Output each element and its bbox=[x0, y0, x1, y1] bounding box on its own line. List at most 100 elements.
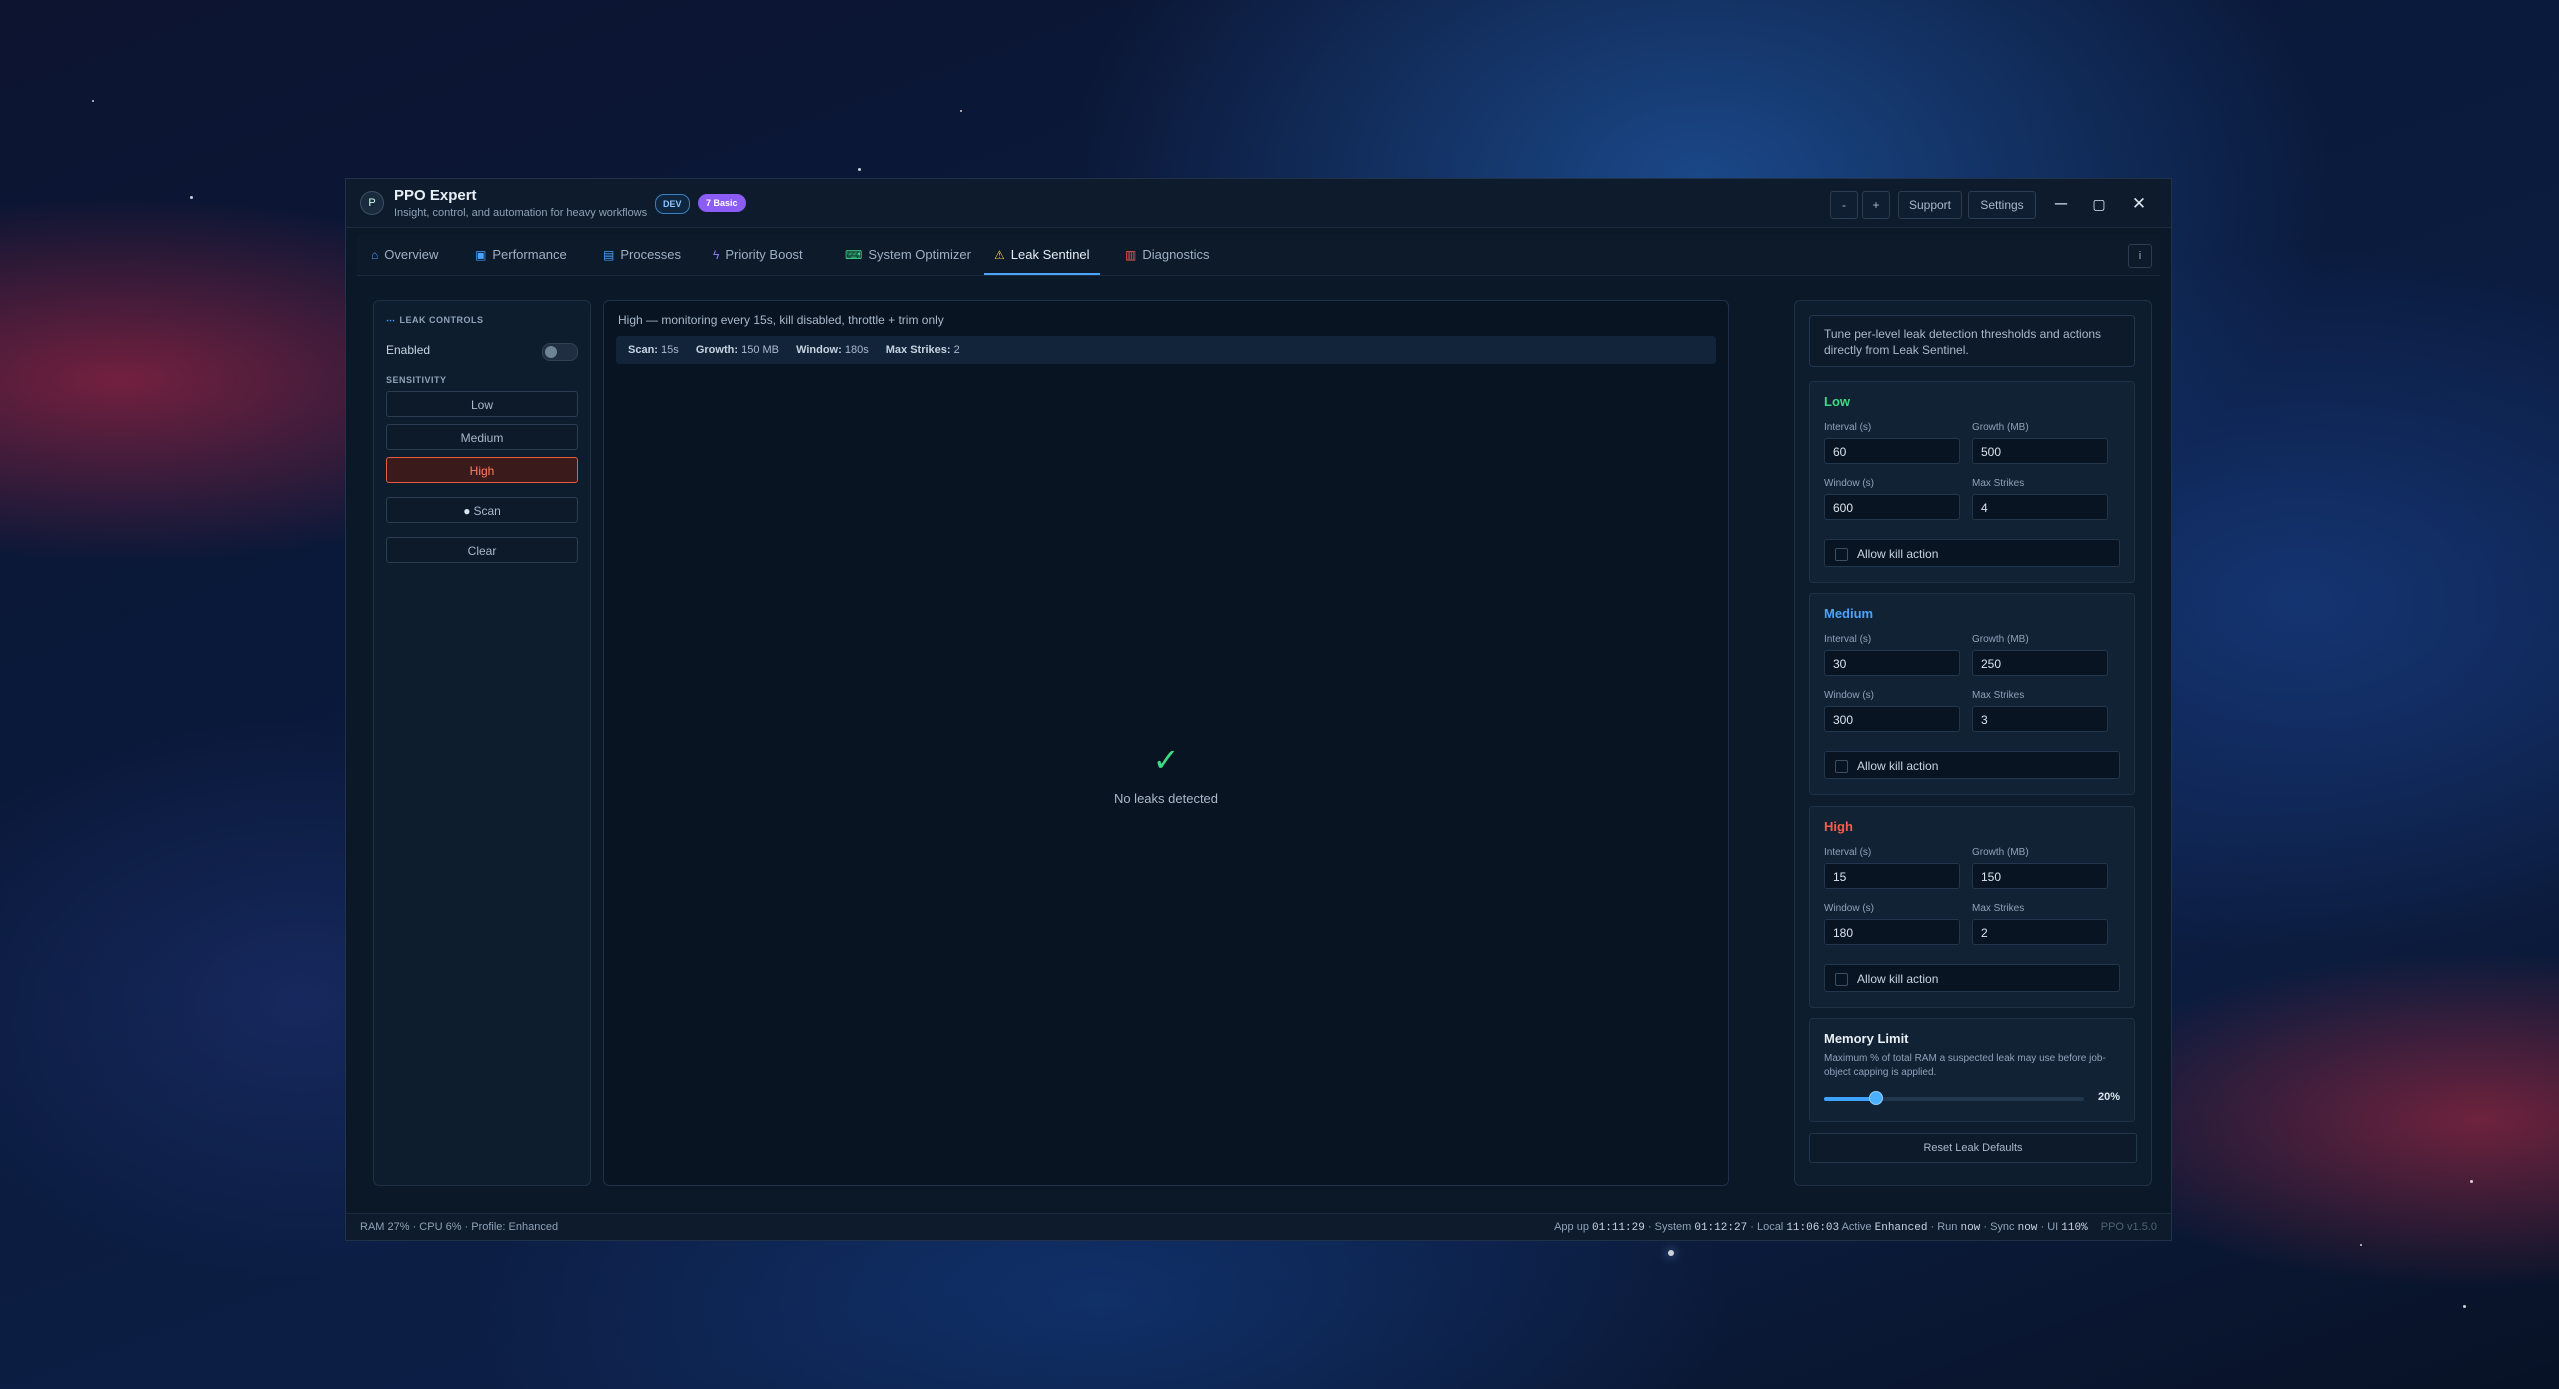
allow-kill-label: Allow kill action bbox=[1857, 759, 1939, 773]
enabled-toggle[interactable] bbox=[542, 343, 578, 361]
allow-kill-checkbox[interactable]: Allow kill action bbox=[1824, 964, 2120, 992]
memory-limit-slider[interactable] bbox=[1824, 1091, 2084, 1105]
active-label: Active bbox=[1841, 1221, 1872, 1233]
app-window: P PPO Expert Insight, control, and autom… bbox=[345, 178, 2172, 1241]
system-uptime-value: 01:12:27 bbox=[1694, 1222, 1748, 1234]
growth-input[interactable]: 500 bbox=[1972, 438, 2108, 464]
tab-diagnostics[interactable]: ▥ Diagnostics bbox=[1115, 235, 1220, 275]
allow-kill-label: Allow kill action bbox=[1857, 972, 1939, 986]
home-icon: ⌂ bbox=[371, 248, 379, 262]
strikes-input[interactable]: 3 bbox=[1972, 706, 2108, 732]
app-up-value: 01:11:29 bbox=[1592, 1222, 1645, 1234]
growth-label: Growth (MB) bbox=[1972, 634, 2029, 645]
chart-icon: ▣ bbox=[475, 248, 487, 262]
title-bar: P PPO Expert Insight, control, and autom… bbox=[346, 179, 2171, 228]
memory-limit-card: Memory Limit Maximum % of total RAM a su… bbox=[1809, 1018, 2135, 1122]
interval-input[interactable]: 15 bbox=[1824, 863, 1960, 889]
window-stat-label: Window: bbox=[796, 344, 842, 356]
ui-label: · UI bbox=[2040, 1221, 2059, 1233]
interval-input[interactable]: 30 bbox=[1824, 650, 1960, 676]
session-info: App up 01:11:29 · System 01:12:27 · Loca… bbox=[1554, 1214, 2157, 1241]
active-profile-value: Enhanced bbox=[1874, 1222, 1928, 1234]
scan-button[interactable]: ● Scan bbox=[386, 497, 578, 523]
level-title: Low bbox=[1824, 394, 1850, 409]
scan-icon: ● bbox=[463, 504, 471, 518]
interval-input[interactable]: 60 bbox=[1824, 438, 1960, 464]
support-button[interactable]: Support bbox=[1898, 191, 1962, 219]
app-logo-icon: P bbox=[360, 191, 384, 215]
tab-processes[interactable]: ▤ Processes bbox=[593, 235, 691, 275]
checkbox-box[interactable] bbox=[1835, 760, 1848, 773]
checkbox-box[interactable] bbox=[1835, 548, 1848, 561]
settings-button[interactable]: Settings bbox=[1968, 191, 2036, 219]
gamepad-icon: ⌨ bbox=[845, 248, 863, 262]
clear-button[interactable]: Clear bbox=[386, 537, 578, 563]
strikes-input[interactable]: 2 bbox=[1972, 919, 2108, 945]
growth-stat-label: Growth: bbox=[695, 344, 739, 356]
growth-input[interactable]: 250 bbox=[1972, 650, 2108, 676]
memory-limit-value: 20% bbox=[2097, 1091, 2120, 1103]
allow-kill-checkbox[interactable]: Allow kill action bbox=[1824, 751, 2120, 779]
leak-controls-title-text: LEAK CONTROLS bbox=[399, 315, 484, 325]
tab-label: Processes bbox=[620, 247, 682, 262]
tab-label: Diagnostics bbox=[1142, 247, 1210, 262]
checkbox-box[interactable] bbox=[1835, 973, 1848, 986]
tab-label: Performance bbox=[492, 247, 567, 262]
memory-limit-description: Maximum % of total RAM a suspected leak … bbox=[1824, 1053, 2106, 1078]
zoom-out-button[interactable]: - bbox=[1830, 191, 1858, 219]
tab-label: Priority Boost bbox=[725, 247, 803, 262]
system-label: · System bbox=[1647, 1221, 1692, 1233]
dots-icon: ⋯ bbox=[386, 315, 396, 325]
window-input[interactable]: 300 bbox=[1824, 706, 1960, 732]
slider-handle[interactable] bbox=[1869, 1091, 1883, 1105]
tier-badge[interactable]: 7 Basic bbox=[698, 194, 746, 212]
tab-leak-sentinel[interactable]: ⚠ Leak Sentinel bbox=[984, 235, 1100, 275]
app-subtitle: Insight, control, and automation for hea… bbox=[394, 207, 648, 219]
bolt-icon: ϟ bbox=[713, 248, 720, 262]
tab-label: Leak Sentinel bbox=[1010, 247, 1090, 262]
tab-performance[interactable]: ▣ Performance bbox=[465, 235, 577, 275]
sync-value: now bbox=[2017, 1222, 2038, 1234]
zoom-in-button[interactable]: + bbox=[1862, 191, 1890, 219]
monitor-status-text: High — monitoring every 15s, kill disabl… bbox=[618, 313, 944, 327]
info-button[interactable]: i bbox=[2128, 244, 2152, 268]
close-button[interactable]: ✕ bbox=[2126, 191, 2152, 217]
diagnostics-icon: ▥ bbox=[1125, 248, 1137, 262]
reset-leak-defaults-button[interactable]: Reset Leak Defaults bbox=[1809, 1133, 2137, 1163]
version-label: PPO v1.5.0 bbox=[2100, 1221, 2157, 1233]
sync-label: · Sync bbox=[1983, 1221, 2015, 1233]
sensitivity-label: SENSITIVITY bbox=[386, 375, 447, 385]
sensitivity-low-button[interactable]: Low bbox=[386, 391, 578, 417]
scan-stat-label: Scan: bbox=[628, 344, 658, 356]
sensitivity-medium-button[interactable]: Medium bbox=[386, 424, 578, 450]
status-bar: RAM 27% · CPU 6% · Profile: Enhanced App… bbox=[346, 1213, 2171, 1240]
interval-label: Interval (s) bbox=[1824, 422, 1872, 433]
minimize-button[interactable]: ─ bbox=[2048, 191, 2074, 217]
strikes-label: Max Strikes bbox=[1972, 903, 2025, 914]
checkmark-icon: ✓ bbox=[1152, 742, 1180, 778]
window-input[interactable]: 600 bbox=[1824, 494, 1960, 520]
leak-monitor-panel: High — monitoring every 15s, kill disabl… bbox=[603, 300, 1729, 1186]
allow-kill-checkbox[interactable]: Allow kill action bbox=[1824, 539, 2120, 567]
strikes-label: Max Strikes bbox=[1972, 690, 2025, 701]
strikes-input[interactable]: 4 bbox=[1972, 494, 2108, 520]
growth-label: Growth (MB) bbox=[1972, 422, 2029, 433]
tab-system-optimizer[interactable]: ⌨ System Optimizer bbox=[835, 235, 981, 275]
tab-bar: ⌂ Overview ▣ Performance ▤ Processes ϟ Prior… bbox=[357, 235, 2160, 276]
sensitivity-high-button[interactable]: High bbox=[386, 457, 578, 483]
window-input[interactable]: 180 bbox=[1824, 919, 1960, 945]
growth-stat-value: 150 MB bbox=[741, 344, 779, 356]
ui-scale-value: 110% bbox=[2061, 1222, 2088, 1234]
tab-overview[interactable]: ⌂ Overview bbox=[361, 235, 448, 275]
growth-input[interactable]: 150 bbox=[1972, 863, 2108, 889]
window-label: Window (s) bbox=[1824, 478, 1875, 489]
window-label: Window (s) bbox=[1824, 903, 1875, 914]
strikes-stat-label: Max Strikes: bbox=[885, 344, 951, 356]
tab-priority-boost[interactable]: ϟ Priority Boost bbox=[703, 235, 813, 275]
maximize-button[interactable]: ▢ bbox=[2086, 191, 2112, 217]
level-card-high: High Interval (s) Growth (MB) 15 150 Win… bbox=[1809, 806, 2135, 1008]
scan-stat-value: 15s bbox=[661, 344, 679, 356]
allow-kill-label: Allow kill action bbox=[1857, 547, 1939, 561]
leak-controls-title: ⋯ LEAK CONTROLS bbox=[386, 315, 484, 326]
run-value: now bbox=[1960, 1222, 1981, 1234]
